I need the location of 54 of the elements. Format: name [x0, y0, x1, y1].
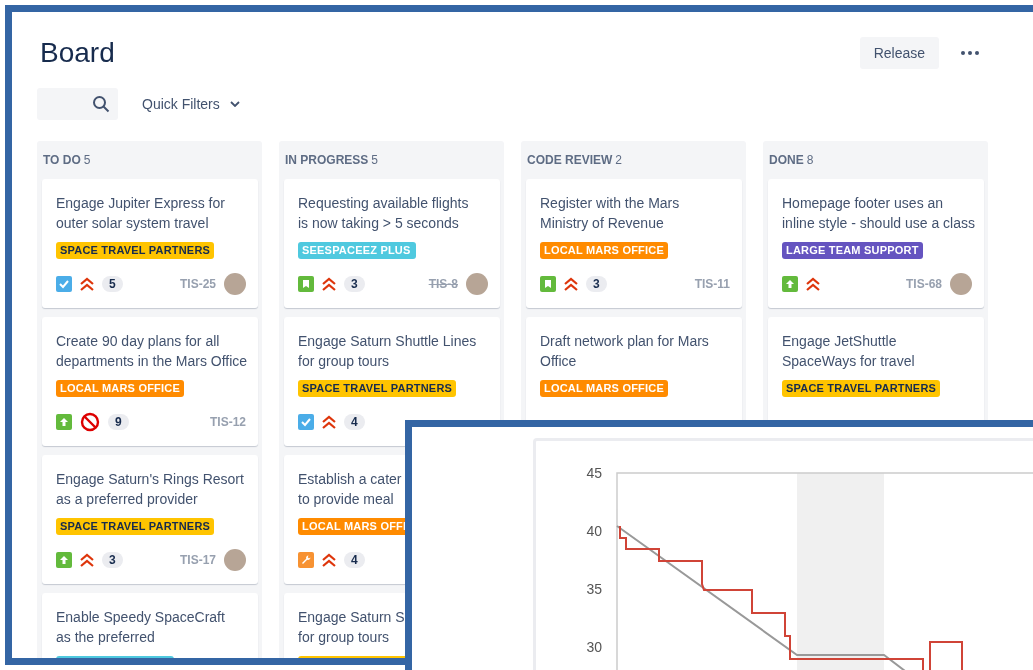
estimate-badge: 4 — [344, 414, 365, 430]
estimate-badge: 3 — [344, 276, 365, 292]
issue-card[interactable]: Engage Jupiter Express for outer solar system travel SPACE TRAVEL PARTNERS 5 TIS-25 — [42, 179, 258, 308]
epic-label: SEESPACEEZ PLUS — [298, 242, 416, 259]
issue-card[interactable]: Homepage footer uses an inline style - should use a class LARGE TEAM SUPPORT TIS-68 — [768, 179, 984, 308]
epic-label: SPACE TRAVEL PARTNERS — [56, 242, 215, 259]
issue-card[interactable]: Engage Saturn Shuttle Lines for group tours SPACE TRAVEL PARTNERS 4 — [284, 317, 500, 446]
estimate-badge: 5 — [102, 276, 123, 292]
epic-label: SPACE TRAVEL PARTNERS — [782, 380, 941, 397]
release-button[interactable]: Release — [859, 37, 939, 69]
issue-card[interactable]: Requesting available flights is now taking > 5 seconds SEESPACEEZ PLUS 3 TIS-8 — [284, 179, 500, 308]
issue-title: Engage Saturn Shuttle Lines for group tours — [298, 332, 478, 371]
issue-card[interactable]: Enable Speedy SpaceCraft as the preferred — [42, 593, 258, 658]
epic-label: LOCAL MARS OFFICE — [56, 380, 184, 397]
column-title: TO DO — [43, 153, 81, 167]
issue-title: Register with the Mars Ministry of Revenue — [540, 194, 681, 233]
issue-title: Establish a cater to provide meal — [298, 470, 403, 509]
search-field[interactable] — [37, 88, 118, 120]
epic-label: LOCAL MARS OFFICE — [540, 380, 668, 397]
issue-title: Engage Saturn's Rings Resort as a preferred provider — [56, 470, 245, 509]
issue-title: Engage Jupiter Express for outer solar system travel — [56, 194, 226, 233]
epic-label: LOCAL MARS OFFICE — [540, 242, 668, 259]
column-count: 2 — [615, 153, 623, 167]
y-axis-label: 30 — [586, 639, 602, 655]
epic-label: SPACE TRAVEL PARTNERS — [56, 518, 215, 535]
issue-title: Create 90 day plans for all departments in the Mars Office — [56, 332, 246, 371]
column-count: 8 — [806, 153, 814, 167]
column-title: CODE REVIEW — [527, 153, 613, 167]
issue-card[interactable]: Register with the Mars Ministry of Revenue LOCAL MARS OFFICE 3 TIS-11 — [526, 179, 742, 308]
chevron-down-icon — [229, 101, 240, 107]
issue-card[interactable]: Create 90 day plans for all departments in the Mars Office LOCAL MARS OFFICE 9 TIS-12 — [42, 317, 258, 446]
estimate-badge: 9 — [108, 414, 129, 430]
column-count: 5 — [371, 153, 379, 167]
estimate-badge: 3 — [586, 276, 607, 292]
y-axis-label: 40 — [586, 523, 602, 539]
quick-filters-dropdown[interactable]: Quick Filters — [142, 96, 240, 112]
page-title: Board — [40, 37, 116, 69]
more-icon — [961, 51, 979, 55]
y-axis-label: 35 — [586, 581, 602, 597]
epic-label: LARGE TEAM SUPPORT — [782, 242, 923, 259]
issue-title: Engage JetShuttle SpaceWays for travel — [782, 332, 916, 371]
search-icon — [92, 95, 110, 113]
column-title: DONE — [769, 153, 804, 167]
issue-title: Requesting available flights is now taking > 5 seconds — [298, 194, 470, 233]
y-axis-label: 45 — [586, 465, 602, 481]
estimate-badge: 4 — [344, 552, 365, 568]
estimate-badge: 3 — [102, 552, 123, 568]
epic-label: SPACE TRAVEL PARTNERS — [298, 380, 457, 397]
column-title: IN PROGRESS — [285, 153, 369, 167]
column-count: 5 — [83, 153, 91, 167]
issue-title: Engage Saturn S for group tours — [298, 608, 406, 647]
issue-title: Draft network plan for Mars Office — [540, 332, 710, 371]
issue-card[interactable]: Engage Saturn's Rings Resort as a preferred provider SPACE TRAVEL PARTNERS 3 TIS-17 — [42, 455, 258, 584]
issue-title: Enable Speedy SpaceCraft as the preferred — [56, 608, 226, 647]
